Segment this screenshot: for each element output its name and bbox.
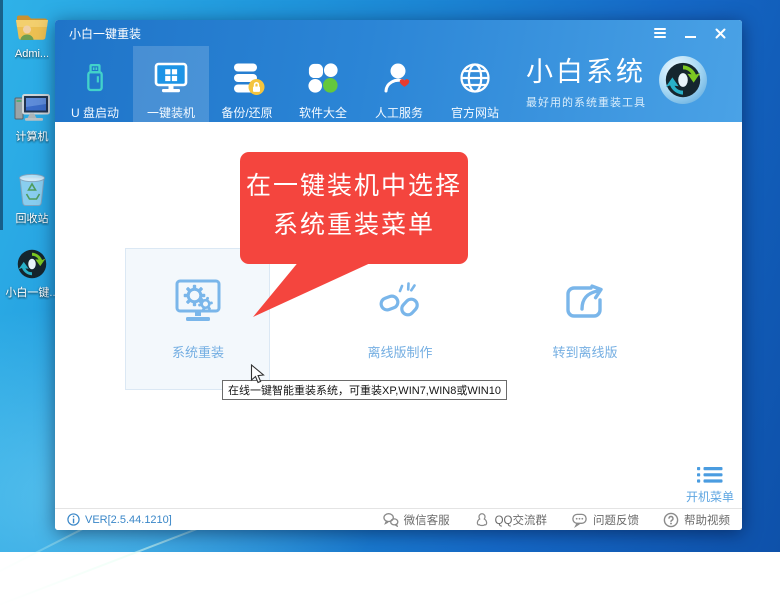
nav-tab-label: 官方网站 — [450, 106, 499, 120]
status-bar: VER[2.5.44.1210] 微信客服 QQ交流群 问题反馈 帮助视频 — [55, 508, 742, 530]
monitor-install-icon — [154, 62, 188, 93]
software-clover-icon — [307, 62, 338, 93]
desktop-icon-label: 小白一键... — [5, 287, 59, 299]
minimize-icon — [684, 35, 696, 38]
app-window: 小白一键重装 U 盘启动 一键装机 备份/还原 软件大全 人工服务 官方网站 小… — [55, 20, 742, 530]
screen-edge-shade — [0, 0, 3, 230]
nav-tab-label: 备份/还原 — [221, 106, 273, 120]
desktop-icon-admin[interactable]: Admi... — [4, 10, 60, 60]
window-controls — [650, 26, 730, 41]
nav-tab-usb-boot[interactable]: U 盘启动 — [57, 46, 133, 122]
sync-arrows-logo — [659, 56, 707, 104]
recycle-bin-icon — [19, 173, 45, 207]
xiaobai-sync-icon — [17, 249, 47, 279]
footer-link-label: 问题反馈 — [593, 514, 639, 527]
window-header: 小白一键重装 U 盘启动 一键装机 备份/还原 软件大全 人工服务 官方网站 小… — [55, 20, 742, 122]
main-content: 系统重装 离线版制作 转到离线版 在一键装机中选择 系统重装菜单 在线一键智能重… — [55, 122, 742, 508]
close-icon — [715, 28, 725, 38]
boot-menu-label: 开机菜单 — [685, 490, 734, 504]
callout-line1: 在一键装机中选择 — [245, 172, 462, 200]
action-system-reinstall[interactable]: 系统重装 — [138, 276, 258, 361]
footer-link-label: 帮助视频 — [684, 514, 730, 527]
windows-desktop: Admi... 计算机 回收站 小白一键... 小白一键重装 U 盘启动 一键装… — [0, 0, 780, 609]
nav-tab-label: U 盘启动 — [70, 106, 119, 120]
footer-link-label: QQ交流群 — [494, 514, 547, 527]
nav-tab-one-key-install[interactable]: 一键装机 — [133, 46, 209, 122]
nav-tab-label: 软件大全 — [298, 106, 347, 120]
desktop-icon-label: Admi... — [14, 48, 50, 60]
window-title: 小白一键重装 — [69, 26, 142, 41]
menu-icon — [654, 28, 666, 38]
list-menu-icon — [697, 467, 723, 483]
desktop-icon-xiaobai[interactable]: 小白一键... — [4, 246, 60, 300]
callout-bubble: 在一键装机中选择 系统重装菜单 — [240, 152, 468, 264]
callout-line2: 系统重装菜单 — [272, 211, 435, 239]
nav-tab-website[interactable]: 官方网站 — [437, 46, 513, 122]
menu-button[interactable] — [650, 26, 670, 41]
info-icon — [67, 513, 80, 526]
callout-tail — [253, 260, 377, 317]
support-person-icon — [384, 63, 410, 93]
brand-slogan: 最好用的系统重装工具 — [526, 97, 646, 109]
desktop-icon-label: 计算机 — [15, 131, 49, 143]
action-go-offline[interactable]: 转到离线版 — [525, 276, 645, 361]
boot-menu-button[interactable]: 开机菜单 — [681, 466, 739, 505]
help-video-link[interactable]: 帮助视频 — [663, 512, 730, 528]
help-question-icon — [663, 512, 679, 527]
footer-link-label: 微信客服 — [403, 514, 450, 527]
usb-drive-icon — [87, 63, 103, 92]
wechat-support-link[interactable]: 微信客服 — [382, 512, 450, 528]
desktop-icon-recycle-bin[interactable]: 回收站 — [4, 170, 60, 226]
nav-tab-label: 一键装机 — [146, 106, 195, 120]
external-arrow-icon — [566, 284, 603, 318]
brand-block: 小白系统 最好用的系统重装工具 — [526, 50, 708, 110]
desktop-icon-label: 回收站 — [15, 213, 49, 225]
brand-name: 小白系统 — [526, 57, 646, 87]
minimize-button[interactable] — [680, 26, 700, 41]
nav-tab-backup-restore[interactable]: 备份/还原 — [209, 46, 285, 122]
qq-group-link[interactable]: QQ交流群 — [474, 512, 547, 528]
backup-restore-icon — [234, 63, 265, 95]
feedback-bubble-icon — [572, 513, 587, 528]
globe-icon — [460, 63, 490, 93]
close-button[interactable] — [710, 26, 730, 41]
action-label: 离线版制作 — [367, 345, 433, 360]
version-info: VER[2.5.44.1210] — [67, 513, 172, 526]
mouse-cursor — [250, 364, 265, 384]
monitor-gears-icon — [175, 279, 221, 321]
titlebar[interactable]: 小白一键重装 — [55, 20, 742, 46]
user-folder-icon — [16, 15, 48, 40]
action-label: 系统重装 — [171, 345, 224, 360]
nav-tab-label: 人工服务 — [374, 106, 423, 120]
version-text: VER[2.5.44.1210] — [85, 513, 172, 526]
action-label: 转到离线版 — [552, 345, 618, 360]
nav-tab-support[interactable]: 人工服务 — [361, 46, 437, 122]
computer-icon — [14, 94, 50, 121]
desktop-icon-computer[interactable]: 计算机 — [4, 90, 60, 144]
feedback-link[interactable]: 问题反馈 — [571, 512, 639, 528]
wechat-icon — [382, 513, 399, 527]
nav-tab-software[interactable]: 软件大全 — [285, 46, 361, 122]
footer-links: 微信客服 QQ交流群 问题反馈 帮助视频 — [358, 512, 730, 528]
qq-icon — [476, 512, 487, 526]
